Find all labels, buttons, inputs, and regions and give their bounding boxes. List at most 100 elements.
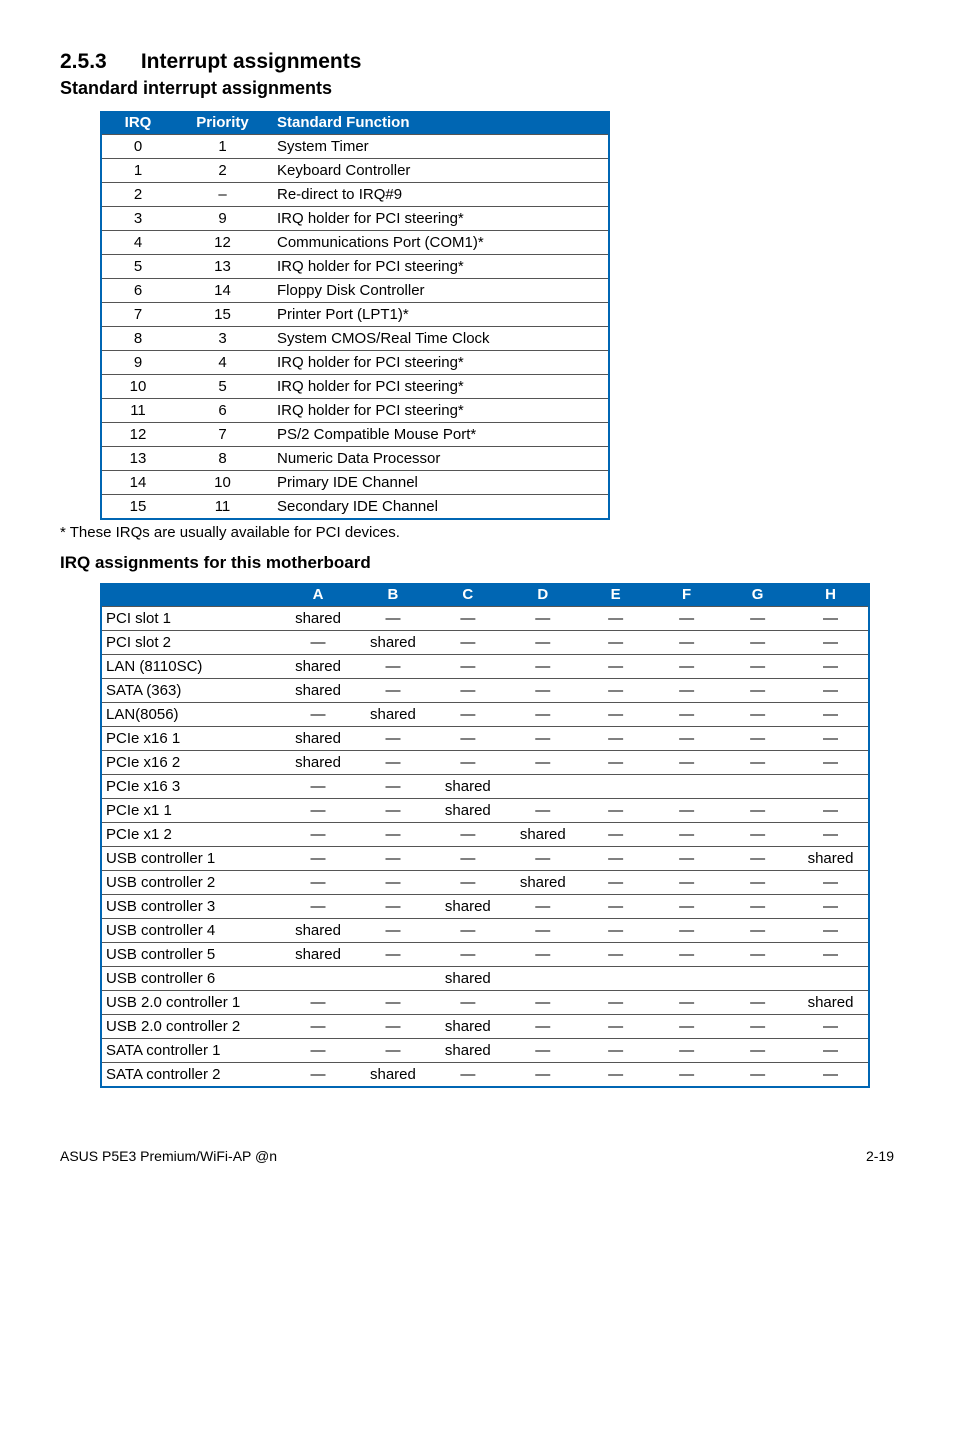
table-row: 513IRQ holder for PCI steering* — [101, 255, 609, 279]
cell-value: — — [281, 631, 356, 655]
subheading-2: IRQ assignments for this motherboard — [60, 553, 894, 573]
cell-value: — — [281, 1015, 356, 1039]
table-row: USB 2.0 controller 2——shared————— — [101, 1015, 869, 1039]
cell-value: — — [430, 1063, 505, 1088]
cell-value: — — [651, 823, 722, 847]
table-row: SATA controller 1——shared————— — [101, 1039, 869, 1063]
cell-value: — — [430, 631, 505, 655]
cell-value: — — [281, 775, 356, 799]
cell-value: — — [722, 703, 793, 727]
cell-value: — — [793, 943, 869, 967]
cell-value: — — [281, 1039, 356, 1063]
cell-value: — — [430, 703, 505, 727]
cell-value: — — [355, 823, 430, 847]
cell-value: — — [355, 1015, 430, 1039]
table-row: USB controller 3——shared————— — [101, 895, 869, 919]
cell-value: — — [580, 871, 651, 895]
cell-irq: 15 — [101, 495, 174, 520]
cell-value: — — [722, 631, 793, 655]
cell-label: SATA (363) — [101, 679, 281, 703]
cell-value — [580, 775, 651, 799]
cell-value — [281, 967, 356, 991]
cell-irq: 12 — [101, 423, 174, 447]
cell-function: System Timer — [271, 135, 609, 159]
cell-label: SATA controller 1 — [101, 1039, 281, 1063]
col-d: D — [505, 583, 580, 607]
cell-value: — — [722, 799, 793, 823]
table-row: USB 2.0 controller 1———————shared — [101, 991, 869, 1015]
cell-label: USB controller 6 — [101, 967, 281, 991]
cell-value: — — [430, 871, 505, 895]
cell-value: shared — [505, 871, 580, 895]
cell-value: — — [722, 1039, 793, 1063]
cell-value: shared — [281, 607, 356, 631]
table-row: 94IRQ holder for PCI steering* — [101, 351, 609, 375]
cell-function: IRQ holder for PCI steering* — [271, 351, 609, 375]
cell-irq: 1 — [101, 159, 174, 183]
cell-label: LAN(8056) — [101, 703, 281, 727]
table-row: PCIe x1 2———shared———— — [101, 823, 869, 847]
cell-label: USB controller 4 — [101, 919, 281, 943]
cell-value: — — [281, 895, 356, 919]
cell-value: — — [793, 655, 869, 679]
table-row: LAN(8056)—shared—————— — [101, 703, 869, 727]
cell-value: — — [505, 631, 580, 655]
col-priority: Priority — [174, 111, 271, 135]
table-row: 715Printer Port (LPT1)* — [101, 303, 609, 327]
cell-value: — — [355, 943, 430, 967]
cell-value: — — [651, 607, 722, 631]
cell-value: — — [793, 679, 869, 703]
cell-value: — — [793, 895, 869, 919]
cell-value: — — [793, 1015, 869, 1039]
cell-priority: 11 — [174, 495, 271, 520]
cell-value: — — [505, 751, 580, 775]
cell-value: — — [505, 799, 580, 823]
cell-priority: 9 — [174, 207, 271, 231]
cell-value: — — [651, 727, 722, 751]
cell-value: — — [793, 799, 869, 823]
cell-value: — — [793, 871, 869, 895]
cell-label: USB controller 2 — [101, 871, 281, 895]
cell-value — [505, 775, 580, 799]
cell-value: — — [505, 607, 580, 631]
cell-label: PCIe x16 3 — [101, 775, 281, 799]
section-heading: 2.5.3 Interrupt assignments — [60, 50, 894, 74]
cell-value: shared — [355, 703, 430, 727]
col-c: C — [430, 583, 505, 607]
cell-value: — — [355, 679, 430, 703]
cell-value: — — [580, 1015, 651, 1039]
cell-function: Printer Port (LPT1)* — [271, 303, 609, 327]
cell-value: — — [651, 655, 722, 679]
cell-value: — — [355, 847, 430, 871]
cell-value: — — [355, 727, 430, 751]
cell-value: — — [793, 751, 869, 775]
cell-value: — — [355, 775, 430, 799]
cell-value: — — [505, 847, 580, 871]
cell-value: — — [430, 847, 505, 871]
cell-priority: 14 — [174, 279, 271, 303]
cell-label: PCI slot 1 — [101, 607, 281, 631]
cell-priority: 13 — [174, 255, 271, 279]
cell-value: — — [793, 727, 869, 751]
cell-value: — — [355, 871, 430, 895]
cell-value — [793, 775, 869, 799]
cell-function: Re-direct to IRQ#9 — [271, 183, 609, 207]
cell-irq: 3 — [101, 207, 174, 231]
cell-value — [722, 967, 793, 991]
cell-value: — — [580, 631, 651, 655]
cell-value: — — [505, 679, 580, 703]
irq-motherboard-table: ABCDEFGH PCI slot 1shared———————PCI slot… — [100, 583, 870, 1088]
cell-value: — — [651, 703, 722, 727]
table-row: 127PS/2 Compatible Mouse Port* — [101, 423, 609, 447]
cell-priority: 15 — [174, 303, 271, 327]
cell-value: — — [505, 1039, 580, 1063]
col-function: Standard Function — [271, 111, 609, 135]
cell-value: — — [580, 607, 651, 631]
cell-value: — — [793, 607, 869, 631]
cell-value — [355, 967, 430, 991]
col-irq: IRQ — [101, 111, 174, 135]
col-blank — [101, 583, 281, 607]
col-f: F — [651, 583, 722, 607]
table-row: USB controller 4shared——————— — [101, 919, 869, 943]
cell-value: — — [651, 799, 722, 823]
